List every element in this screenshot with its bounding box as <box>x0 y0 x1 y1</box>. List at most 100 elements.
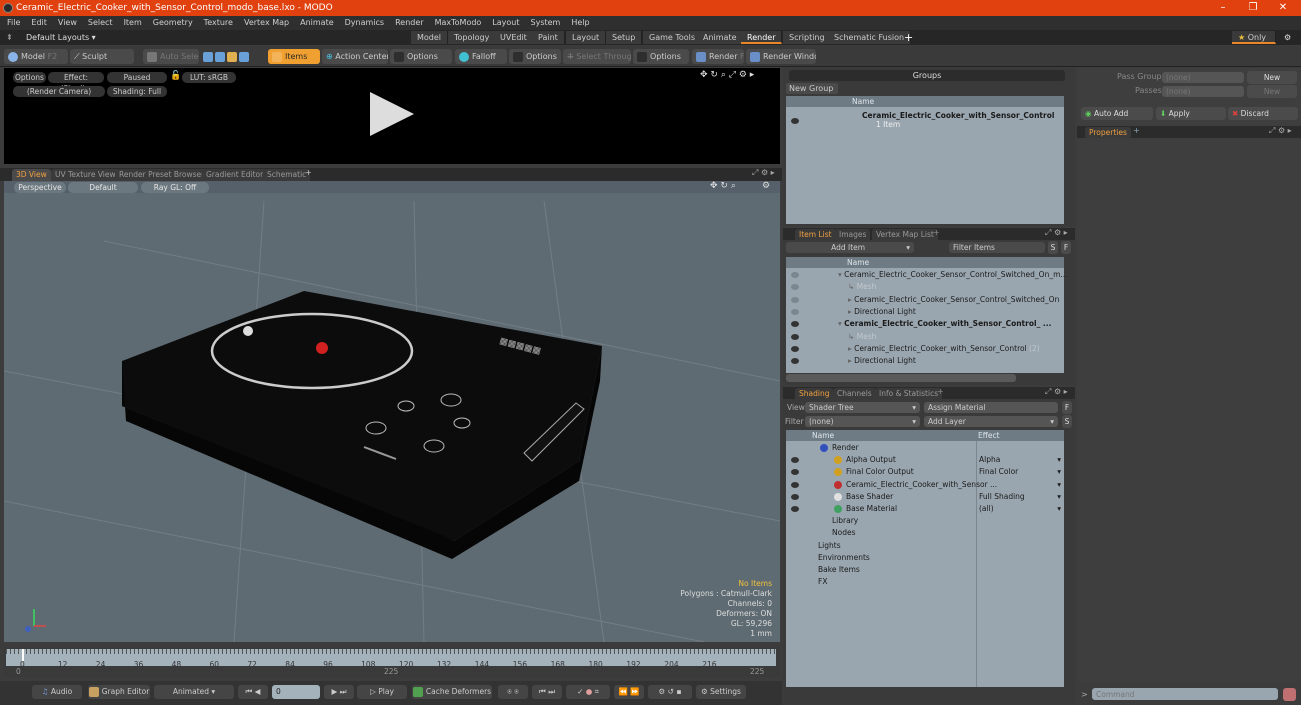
menu-animate[interactable]: Animate <box>300 18 334 27</box>
layout-tab-render[interactable]: Render <box>741 31 783 44</box>
item-list-row[interactable]: ▸ Directional Light <box>848 306 916 318</box>
play-button[interactable]: ▷ Play <box>357 685 407 699</box>
render-preview[interactable]: Options Effect: (Shadi... Paused 🔓 LUT: … <box>4 68 780 164</box>
layout-tab-animate[interactable]: Animate <box>697 31 744 44</box>
command-history-button[interactable] <box>1283 688 1296 701</box>
menu-geometry[interactable]: Geometry <box>153 18 193 27</box>
gear-icon[interactable]: ⚙ <box>739 70 747 80</box>
shader-tree-row[interactable]: FX <box>806 576 827 588</box>
f-button[interactable]: F <box>1062 401 1072 414</box>
visibility-icon[interactable] <box>791 118 799 124</box>
item-list-row[interactable]: ▸ Directional Light <box>848 355 916 367</box>
shader-tree-row[interactable]: Lights <box>806 540 841 552</box>
tab-properties[interactable]: Properties <box>1085 127 1131 138</box>
tab-3d-view[interactable]: 3D View <box>12 169 51 181</box>
add-item-dropdown[interactable]: Add Item ▾ <box>786 242 914 253</box>
filter-dropdown[interactable]: (none) ▾ <box>805 416 920 427</box>
ik-icon[interactable]: ⍟ <box>507 687 512 696</box>
next-key-icon[interactable]: ⏭ <box>548 687 555 696</box>
add-tab-button[interactable]: + <box>937 387 944 396</box>
expand-arrow-icon[interactable]: ↳ <box>848 332 857 341</box>
expand-arrow-icon[interactable]: ▸ <box>750 70 755 80</box>
layout-tab-schematic-fusion[interactable]: Schematic Fusion <box>828 31 912 44</box>
go-end-icon[interactable]: ⏭ <box>340 687 347 696</box>
new-group-button[interactable]: New Group <box>786 83 838 94</box>
pass-groups-dropdown[interactable]: (none) <box>1162 72 1244 83</box>
passes-dropdown[interactable]: (none) <box>1162 86 1244 97</box>
tab-images[interactable]: Images <box>835 229 871 240</box>
select-through-button[interactable]: ⁜ Select Through <box>563 49 631 64</box>
key-icon[interactable]: ⌗ <box>595 687 599 696</box>
prev-key-step-icon[interactable]: ⏪ <box>618 687 627 696</box>
shader-tree-row[interactable]: Alpha Output <box>834 454 896 466</box>
auto-select-button[interactable]: Auto Select <box>143 49 199 64</box>
add-tab-button[interactable]: + <box>1133 126 1140 135</box>
zoom-icon[interactable]: ⌕ <box>721 70 726 80</box>
menu-edit[interactable]: Edit <box>31 18 47 27</box>
pin-icon[interactable]: ⇞ <box>6 30 13 45</box>
visibility-icon[interactable] <box>791 272 799 278</box>
effect-dropdown[interactable]: ▾ <box>979 479 1063 491</box>
menu-dynamics[interactable]: Dynamics <box>345 18 384 27</box>
visibility-icon[interactable] <box>791 333 799 340</box>
action-center-options-button[interactable]: Options <box>390 49 452 64</box>
edges-mode-icon[interactable] <box>215 51 225 62</box>
render-camera-dropdown[interactable]: (Render Camera) <box>13 86 105 97</box>
viewport-panel-controls[interactable]: ⤢ ⚙ ▸ <box>752 168 775 178</box>
visibility-icon[interactable] <box>791 469 799 476</box>
materials-mode-icon[interactable] <box>239 51 249 62</box>
auto-add-button[interactable]: ◉ Auto Add <box>1081 107 1153 120</box>
render-options-button[interactable]: Options <box>13 72 46 83</box>
shader-tree-row[interactable]: Nodes <box>820 527 855 539</box>
render-window-button[interactable]: Render Window <box>746 49 816 64</box>
shader-tree-row[interactable]: Final Color Output <box>834 466 914 478</box>
paused-toggle[interactable]: Paused <box>107 72 167 83</box>
shader-tree-row[interactable]: Base Shader <box>834 491 893 503</box>
tab-schematic[interactable]: Schematic <box>263 169 311 181</box>
layouts-dropdown[interactable]: Default Layouts ▾ <box>26 30 96 45</box>
layout-tab-layout[interactable]: Layout <box>566 31 607 44</box>
apply-button[interactable]: ⬇ Apply <box>1156 107 1226 120</box>
tab-shading[interactable]: Shading <box>795 388 834 399</box>
fk-icon[interactable]: ⍟ <box>514 687 519 696</box>
s-button[interactable]: S <box>1062 415 1072 428</box>
effect-dropdown[interactable]: Effect: (Shadi... <box>48 72 104 93</box>
minimize-button[interactable]: – <box>1208 0 1238 16</box>
discard-button[interactable]: ✖ Discard <box>1228 107 1298 120</box>
key-tool-1-icon[interactable]: ⚙ <box>659 687 666 696</box>
menu-vertex-map[interactable]: Vertex Map <box>244 18 289 27</box>
items-mode-button[interactable]: Items <box>268 49 320 64</box>
visibility-icon[interactable] <box>791 321 799 328</box>
key-tool-3-icon[interactable]: ▪ <box>676 687 681 696</box>
menu-layout[interactable]: Layout <box>492 18 519 27</box>
effect-dropdown[interactable]: Alpha ▾ <box>979 454 1063 466</box>
vertices-mode-icon[interactable] <box>203 51 213 62</box>
view-dropdown[interactable]: Shader Tree ▾ <box>805 402 920 413</box>
falloff-options-button[interactable]: Options <box>509 49 561 64</box>
falloff-button[interactable]: Falloff <box>455 49 507 64</box>
layout-tab-uvedit[interactable]: UVEdit <box>494 31 534 44</box>
3d-viewport[interactable]: Perspective Default Ray GL: Off ✥ ↻ ⌕ ⚙ <box>4 181 780 642</box>
new-pass-button[interactable]: New <box>1247 85 1297 98</box>
item-list-row[interactable]: ▸ Ceramic_Electric_Cooker_with_Sensor_Co… <box>848 343 1040 355</box>
only-toggle[interactable]: ★ Only <box>1232 31 1276 44</box>
select-through-options-button[interactable]: Options <box>633 49 689 64</box>
tab-info-statistics[interactable]: Info & Statistics <box>875 388 943 399</box>
assign-material-button[interactable]: Assign Material <box>924 402 1058 413</box>
effect-dropdown[interactable]: (all) ▾ <box>979 503 1063 515</box>
item-list-row[interactable]: ↳ Mesh <box>848 331 876 343</box>
layout-tab-topology[interactable]: Topology <box>448 31 497 44</box>
new-pass-group-button[interactable]: New <box>1247 71 1297 84</box>
visibility-icon[interactable] <box>791 506 799 512</box>
add-layer-dropdown[interactable]: Add Layer ▾ <box>924 416 1058 427</box>
maximize-icon[interactable]: ⤢ <box>729 70 736 80</box>
sculpt-button[interactable]: ⟋ Sculpt <box>70 49 134 64</box>
item-list-row[interactable]: ▾ Ceramic_Electric_Cooker_with_Sensor_Co… <box>838 318 1051 330</box>
panel-controls[interactable]: ⤢ ⚙ ▸ <box>1269 126 1292 136</box>
gear-icon[interactable]: ⚙ <box>1284 30 1291 45</box>
item-list-row[interactable]: ▸ Ceramic_Electric_Cooker_Sensor_Control… <box>848 294 1059 306</box>
restore-button[interactable]: ❐ <box>1238 0 1268 16</box>
pan-icon[interactable]: ✥ <box>700 70 708 80</box>
item-list-scrollbar[interactable] <box>786 374 1016 382</box>
key-tool-2-icon[interactable]: ↺ <box>668 687 674 696</box>
